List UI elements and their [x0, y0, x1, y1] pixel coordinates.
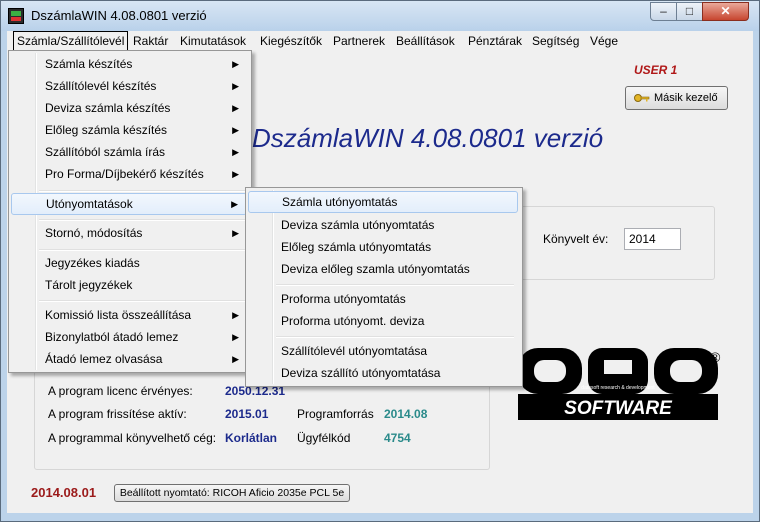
menu-kiegeszitok[interactable]: Kiegészítők [260, 33, 322, 49]
menu-item-tarolt-jegyzekek[interactable]: Tárolt jegyzékek [11, 274, 247, 296]
szamla-dropdown-menu: Számla készítés ▶ Szállítólevél készítés ▶… [8, 50, 252, 373]
chevron-right-icon: ▶ [232, 228, 239, 238]
menu-szamla[interactable]: Számla/Szállítólevél [13, 31, 129, 51]
menu-item-utonyomtatasok[interactable]: Utónyomtatások ▶ [11, 193, 247, 215]
menu-item-proforma[interactable]: Pro Forma/Díjbekérő készítés ▶ [11, 163, 247, 185]
menu-raktar[interactable]: Raktár [133, 33, 168, 49]
submenu-item-szallitolevel-utonyomtatas[interactable]: Szállítólevél utónyomtatása [248, 340, 518, 362]
app-title: DszámlaWIN 4.08.0801 verzió [252, 123, 604, 153]
close-button[interactable]: ✕ [702, 2, 749, 21]
update-value: 2015.01 [225, 407, 269, 421]
source-value: 2014.08 [384, 407, 428, 421]
submenu-item-deviza-szamla-utonyomtatas[interactable]: Deviza számla utónyomtatás [248, 214, 518, 236]
menu-item-komissio-lista[interactable]: Komissió lista összeállítása ▶ [11, 304, 247, 326]
menu-item-storno[interactable]: Stornó, módosítás ▶ [11, 222, 247, 244]
menu-partnerek[interactable]: Partnerek [333, 33, 385, 49]
year-label: Könyvelt év: [543, 232, 609, 246]
chevron-right-icon: ▶ [232, 125, 239, 135]
switch-user-button[interactable]: Másik kezelő [625, 86, 728, 110]
update-label: A program frissítése aktív: [48, 407, 187, 421]
company-label: A programmal könyvelhető cég: [48, 431, 217, 445]
menu-separator [39, 219, 245, 221]
menu-item-eloleg-szamla[interactable]: Előleg számla készítés ▶ [11, 119, 247, 141]
menu-separator [39, 190, 245, 192]
menu-separator [39, 249, 245, 251]
chevron-right-icon: ▶ [232, 81, 239, 91]
chevron-right-icon: ▶ [232, 354, 239, 364]
printer-button[interactable]: Beállított nyomtató: RICOH Aficio 2035e … [114, 484, 350, 502]
client-label: Ügyfélkód [297, 431, 351, 445]
maximize-button[interactable]: □ [676, 2, 703, 21]
menu-segitseg[interactable]: Segítség [532, 33, 579, 49]
utonyomtatasok-submenu: Számla utónyomtatás Deviza számla utónyo… [245, 187, 523, 387]
menu-item-atado-lemez-olvasasa[interactable]: Átadó lemez olvasása ▶ [11, 348, 247, 370]
submenu-item-deviza-szallito-utonyomtatas[interactable]: Deviza szállító utónyomtatása [248, 362, 518, 384]
menu-item-szamla-keszites[interactable]: Számla készítés ▶ [11, 53, 247, 75]
year-input[interactable]: 2014 [624, 228, 681, 250]
chevron-right-icon: ▶ [232, 103, 239, 113]
submenu-item-szamla-utonyomtatas[interactable]: Számla utónyomtatás [248, 191, 518, 213]
chevron-right-icon: ▶ [232, 310, 239, 320]
submenu-item-proforma-utonyomtatas[interactable]: Proforma utónyomtatás [248, 288, 518, 310]
current-date: 2014.08.01 [31, 485, 97, 500]
app-icon[interactable] [8, 8, 24, 24]
minimize-button[interactable]: – [650, 2, 677, 21]
menu-separator [276, 336, 514, 338]
chevron-right-icon: ▶ [232, 169, 239, 179]
submenu-item-proforma-deviza[interactable]: Proforma utónyomt. deviza [248, 310, 518, 332]
chevron-right-icon: ▶ [232, 332, 239, 342]
menu-vege[interactable]: Vége [590, 33, 618, 49]
menu-bar: Számla/Szállítólevél Raktár Kimutatások … [7, 31, 753, 51]
logo-software-text: SOFTWARE [564, 398, 673, 419]
company-value: Korlátlan [225, 431, 278, 445]
logo-tagline: datasoft research & development [581, 385, 655, 391]
chevron-right-icon: ▶ [232, 147, 239, 157]
menu-separator [276, 284, 514, 286]
client-value: 4754 [384, 431, 411, 445]
submenu-item-deviza-eloleg-utonyomtatas[interactable]: Deviza előleg szamla utónyomtatás [248, 258, 518, 280]
chevron-right-icon: ▶ [231, 199, 238, 209]
licence-label: A program licenc érvényes: [48, 384, 193, 398]
menu-item-deviza-szamla[interactable]: Deviza számla készítés ▶ [11, 97, 247, 119]
menu-beallitasok[interactable]: Beállítások [396, 33, 455, 49]
menu-item-szallitolevel-keszites[interactable]: Szállítólevél készítés ▶ [11, 75, 247, 97]
window-title: DszámlaWIN 4.08.0801 verzió [31, 8, 207, 23]
key-icon [634, 94, 650, 102]
submenu-item-eloleg-szamla-utonyomtatas[interactable]: Előleg számla utónyomtatás [248, 236, 518, 258]
menu-separator [39, 300, 245, 302]
menu-kimutatasok[interactable]: Kimutatások [180, 33, 246, 49]
user-label: USER 1 [634, 63, 678, 77]
menu-penztarak[interactable]: Pénztárak [468, 33, 522, 49]
logo-registered: ® [710, 349, 721, 365]
menu-item-jegyzekes-kiadas[interactable]: Jegyzékes kiadás [11, 252, 247, 274]
menu-item-atado-lemez[interactable]: Bizonylatból átadó lemez ▶ [11, 326, 247, 348]
chevron-right-icon: ▶ [232, 59, 239, 69]
source-label: Programforrás [297, 407, 374, 421]
title-bar[interactable]: DszámlaWIN 4.08.0801 verzió – □ ✕ [1, 1, 759, 31]
menu-item-szallitobol-szamla[interactable]: Szállítóból számla írás ▶ [11, 141, 247, 163]
switch-user-label: Másik kezelő [654, 92, 718, 104]
drd-software-logo: SOFTWARE datasoft research & development… [518, 348, 721, 420]
